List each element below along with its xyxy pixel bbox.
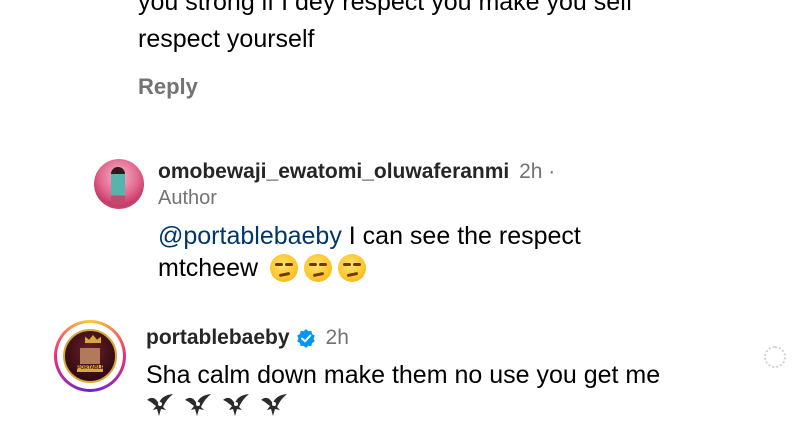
eagle-emoji-row (146, 392, 288, 418)
smirking-face-icon (338, 254, 367, 282)
eagle-icon (223, 394, 249, 416)
avatar[interactable] (94, 159, 144, 209)
reply1-text-line-2: mtcheew (158, 253, 367, 283)
timestamp: 2h (325, 326, 349, 349)
smirking-face-icon (270, 254, 299, 282)
top-comment-line-1: you strong if I dey respect you make you… (138, 0, 633, 16)
mention-link[interactable]: @portablebaeby (158, 222, 342, 250)
reply2-header: portablebaeby 2h (146, 326, 349, 350)
username-link[interactable]: portablebaeby (146, 326, 290, 350)
reply2-text: Sha calm down make them no use you get m… (146, 361, 661, 389)
timestamp: 2h · (519, 160, 556, 183)
username-link[interactable]: omobewaji_ewatomi_oluwaferanmi (158, 160, 509, 183)
author-badge: Author (158, 187, 217, 209)
verified-badge-icon (296, 328, 316, 348)
smirking-face-icon (304, 254, 333, 282)
reply1-header: omobewaji_ewatomi_oluwaferanmi 2h · (158, 160, 555, 184)
reply1-text-line-1: @portablebaeby I can see the respect (158, 221, 581, 251)
crown-icon (85, 335, 101, 343)
reply-button[interactable]: Reply (138, 74, 198, 100)
reply1-text: I can see the respect (341, 222, 581, 250)
eagle-icon (261, 394, 287, 416)
avatar[interactable]: PORTABLE (54, 320, 126, 392)
top-comment-line-2: respect yourself (138, 25, 315, 53)
eagle-icon (147, 394, 173, 416)
avatar-label: PORTABLE (77, 365, 105, 372)
like-icon[interactable] (764, 346, 786, 368)
reply1-text-2: mtcheew (158, 254, 259, 282)
eagle-icon (185, 394, 211, 416)
